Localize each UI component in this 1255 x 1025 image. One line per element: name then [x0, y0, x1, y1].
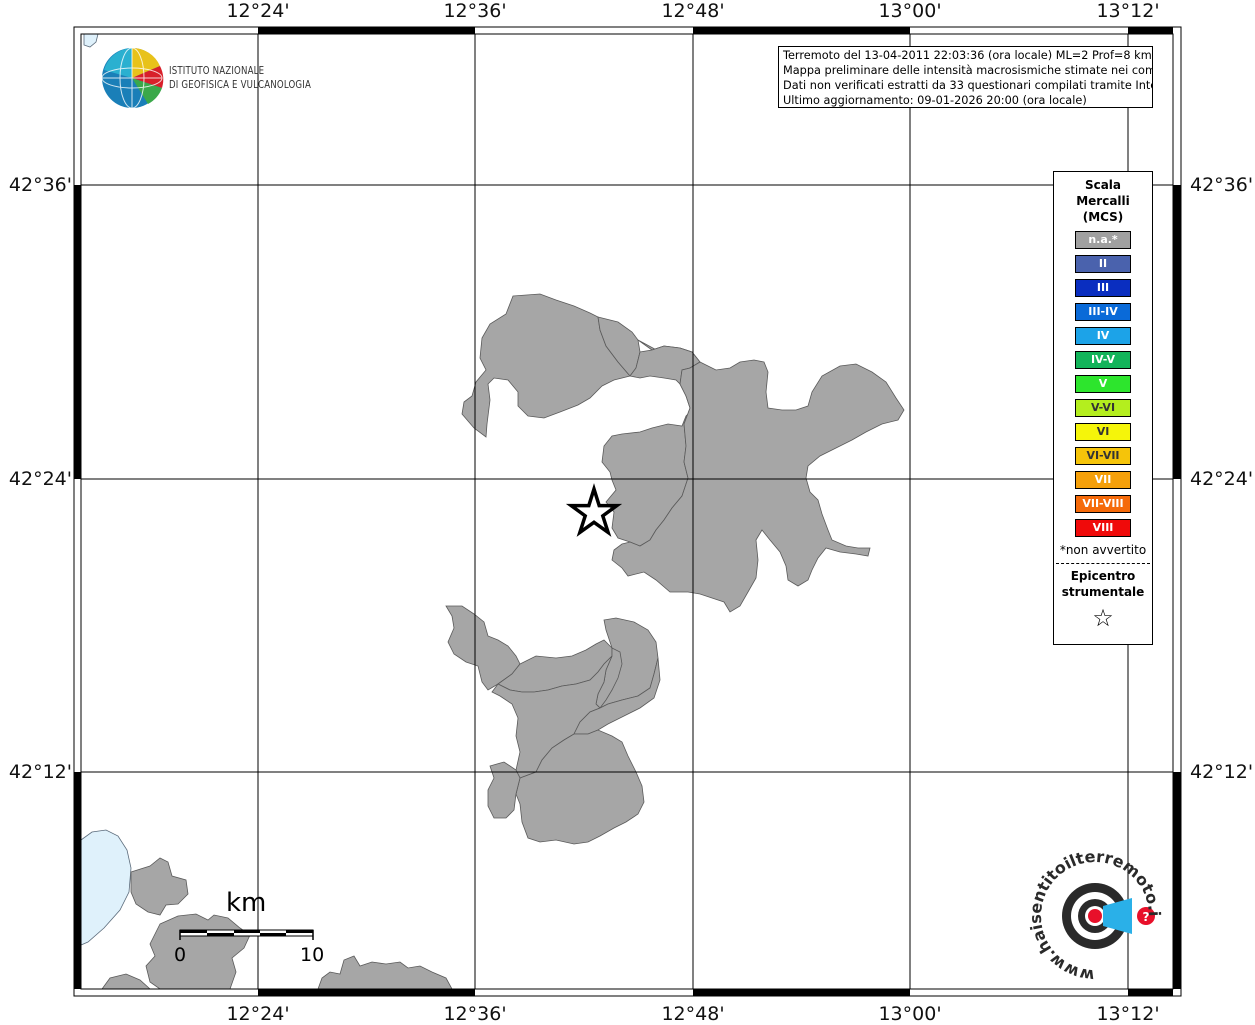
- legend-items: n.a.* II III III-IV IV IV-V V V-VI VI VI-VII VII VI…: [1054, 231, 1152, 537]
- scale-end: 10: [300, 944, 325, 966]
- lon-label-top: 12°24': [226, 0, 290, 22]
- lon-label-bottom: 12°48': [661, 1003, 725, 1025]
- lon-label-bottom: 13°12': [1096, 1003, 1160, 1025]
- info-line: Mappa preliminare delle intensità macros…: [783, 64, 1153, 77]
- lat-label-left: 42°12': [8, 761, 72, 783]
- legend-epicenter-label: Epicentro strumentale: [1054, 568, 1152, 600]
- institute-line: ISTITUTO NAZIONALE: [169, 65, 265, 77]
- lat-label-left: 42°24': [8, 468, 72, 490]
- lon-label-top: 12°48': [661, 0, 725, 22]
- lon-label-bottom: 12°24': [226, 1003, 290, 1025]
- legend-title-line: Mercalli: [1076, 194, 1130, 208]
- legend-swatch: II: [1075, 255, 1131, 273]
- legend-swatch: V-VI: [1075, 399, 1131, 417]
- scale-unit: km: [226, 888, 267, 918]
- legend-epicenter-line: strumentale: [1061, 585, 1145, 599]
- legend-title-line: (MCS): [1082, 210, 1124, 224]
- legend-swatch: V: [1075, 375, 1131, 393]
- institute-name: ISTITUTO NAZIONALE DI GEOFISICA E VULCAN…: [169, 64, 311, 92]
- legend-swatch: III: [1075, 279, 1131, 297]
- legend-swatch: VI-VII: [1075, 447, 1131, 465]
- lon-label-top: 12°36': [443, 0, 507, 22]
- legend-swatch: IV: [1075, 327, 1131, 345]
- legend-note: *non avvertito: [1059, 543, 1147, 557]
- lat-label-right: 42°36': [1190, 174, 1254, 196]
- lat-label-left: 42°36': [8, 174, 72, 196]
- legend-swatch: VIII: [1075, 519, 1131, 537]
- legend-epicenter-line: Epicentro: [1070, 569, 1136, 583]
- lon-label-top: 13°00': [878, 0, 942, 22]
- mcs-legend: Scala Mercalli (MCS) n.a.* II III III-IV IV I…: [1053, 171, 1153, 645]
- lon-label-top: 13°12': [1096, 0, 1160, 22]
- institute-line: DI GEOFISICA E VULCANOLOGIA: [169, 79, 312, 91]
- legend-swatch: VI: [1075, 423, 1131, 441]
- legend-swatch: VII: [1075, 471, 1131, 489]
- info-line: Dati non verificati estratti da 33 quest…: [783, 79, 1153, 92]
- lon-label-bottom: 13°00': [878, 1003, 942, 1025]
- lat-label-right: 42°12': [1190, 761, 1254, 783]
- info-line: Ultimo aggiornamento: 09-01-2026 20:00 (…: [783, 94, 1087, 107]
- lon-label-bottom: 12°36': [443, 1003, 507, 1025]
- legend-swatch: IV-V: [1075, 351, 1131, 369]
- legend-swatch: III-IV: [1075, 303, 1131, 321]
- legend-swatch: n.a.*: [1075, 231, 1131, 249]
- scale-start: 0: [174, 944, 187, 966]
- legend-title: Scala Mercalli (MCS): [1054, 177, 1152, 225]
- legend-swatch: VII-VIII: [1075, 495, 1131, 513]
- info-line: Terremoto del 13-04-2011 22:03:36 (ora l…: [783, 49, 1152, 62]
- legend-divider: [1056, 563, 1150, 564]
- legend-star-icon: ☆: [1092, 604, 1114, 632]
- lat-label-right: 42°24': [1190, 468, 1254, 490]
- legend-title-line: Scala: [1084, 178, 1122, 192]
- earthquake-info-box: Terremoto del 13-04-2011 22:03:36 (ora l…: [778, 46, 1153, 108]
